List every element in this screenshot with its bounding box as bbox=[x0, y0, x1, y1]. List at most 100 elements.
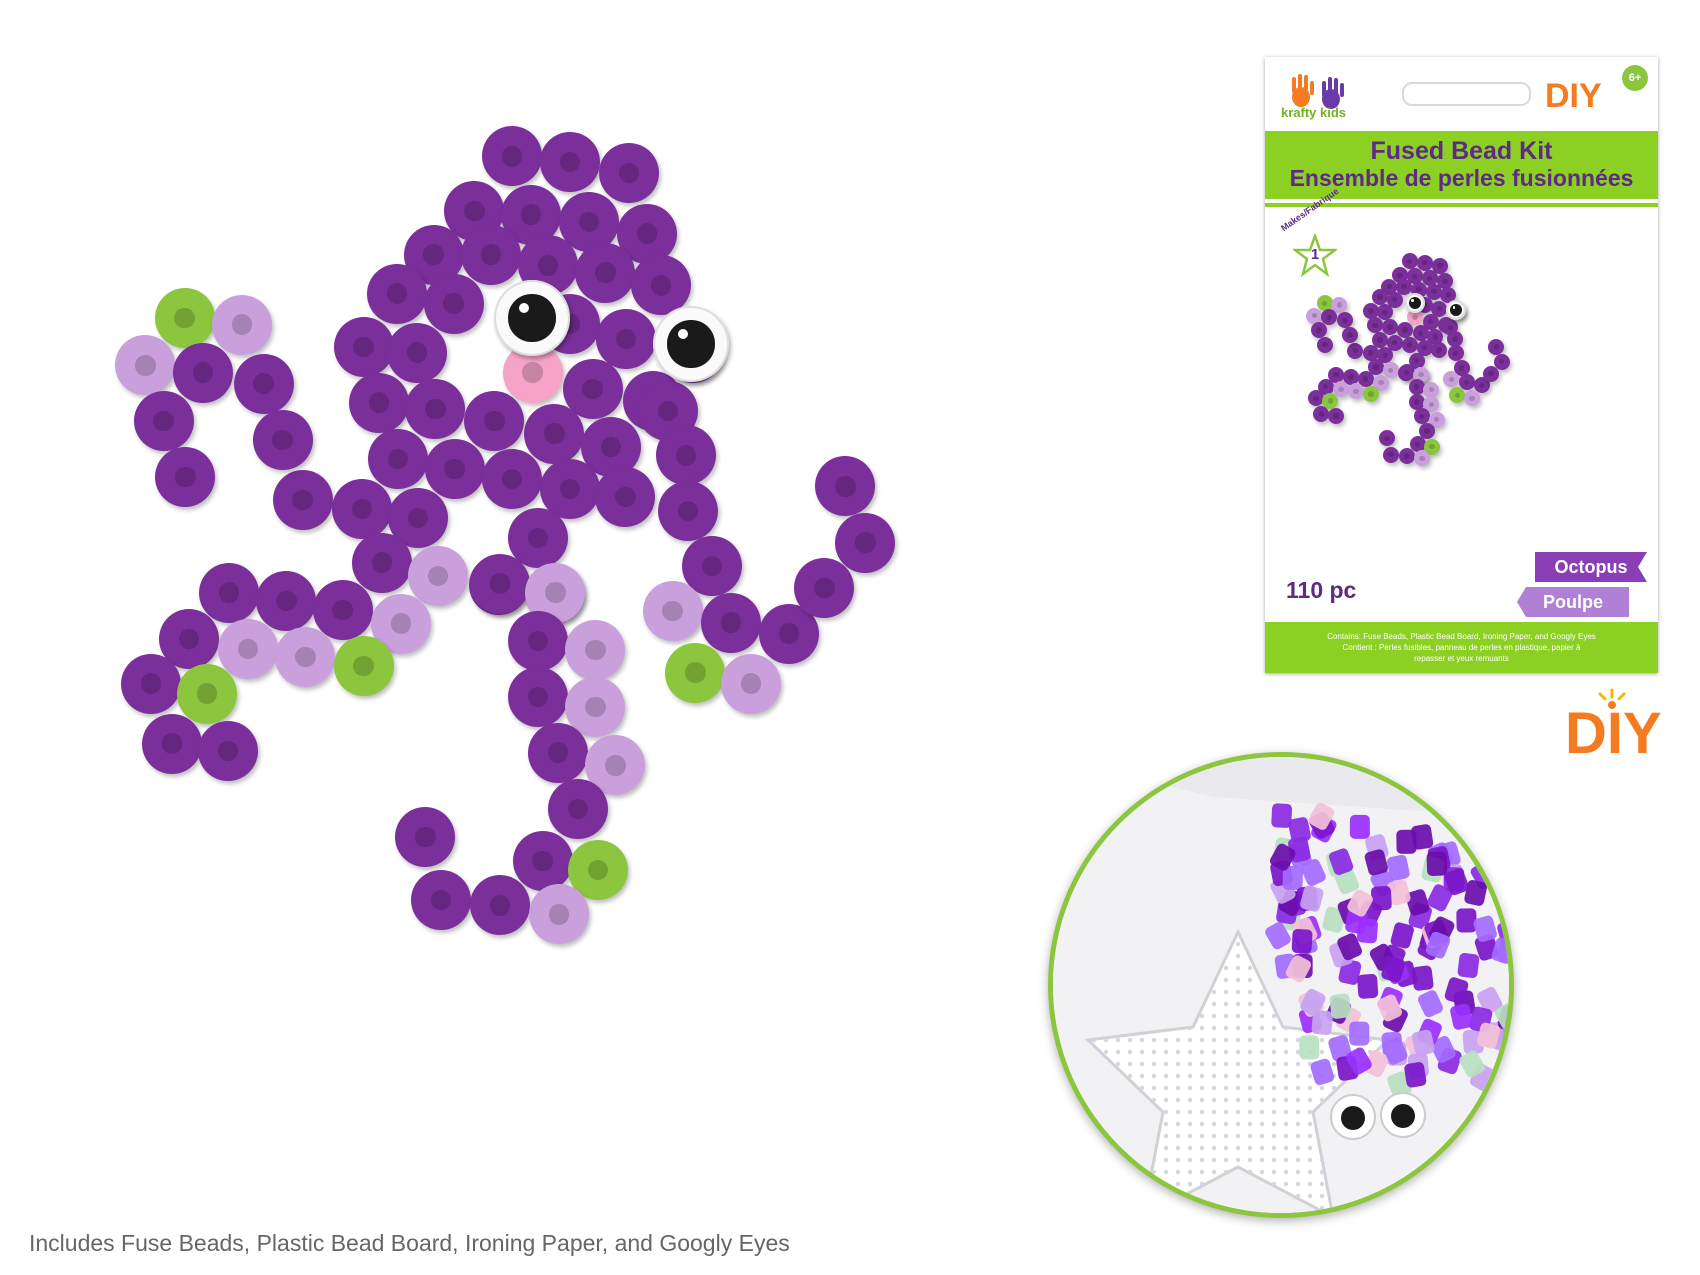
bead bbox=[333, 317, 394, 378]
bead bbox=[133, 390, 194, 451]
bead bbox=[548, 779, 609, 839]
bead bbox=[596, 309, 657, 370]
bead bbox=[331, 479, 392, 540]
bead bbox=[387, 322, 448, 383]
right-googly-eye bbox=[653, 306, 729, 382]
loose-bead bbox=[1496, 1076, 1509, 1104]
loose-bead bbox=[1411, 965, 1434, 991]
mini-bead bbox=[1401, 337, 1418, 354]
loose-bead bbox=[1426, 851, 1448, 876]
bead bbox=[155, 447, 216, 508]
bead bbox=[312, 579, 373, 640]
loose-bead bbox=[1508, 1056, 1509, 1082]
bead bbox=[351, 532, 412, 593]
mini-bead bbox=[1488, 339, 1505, 356]
mini-bead bbox=[1398, 364, 1415, 381]
loose-bead bbox=[1456, 908, 1477, 933]
contents-closeup bbox=[1048, 752, 1514, 1218]
bead bbox=[656, 425, 717, 486]
hang-hole bbox=[1402, 82, 1531, 106]
mini-bead bbox=[1413, 450, 1430, 467]
bead bbox=[408, 546, 469, 607]
bead bbox=[529, 884, 590, 945]
bead bbox=[368, 429, 429, 490]
pupil bbox=[1408, 297, 1422, 310]
closeup-image bbox=[1053, 757, 1509, 1213]
bead bbox=[395, 807, 456, 868]
mini-bead bbox=[1367, 317, 1384, 334]
loose-bead bbox=[1357, 974, 1379, 999]
bead bbox=[154, 288, 215, 349]
loose-bead bbox=[1457, 952, 1480, 979]
bead bbox=[233, 353, 294, 414]
mini-bead bbox=[1379, 430, 1396, 447]
bead bbox=[252, 409, 313, 470]
handprints-icon bbox=[1292, 74, 1344, 109]
bead bbox=[815, 456, 876, 517]
left-googly-eye bbox=[494, 280, 570, 356]
mini-bead bbox=[1311, 322, 1328, 339]
bead bbox=[642, 580, 703, 641]
mini-bead bbox=[1327, 407, 1344, 424]
bead bbox=[424, 439, 485, 500]
mini-bead bbox=[1383, 446, 1400, 463]
mini-bead bbox=[1449, 387, 1466, 404]
bead bbox=[198, 720, 259, 781]
bead bbox=[177, 663, 238, 724]
bead bbox=[272, 469, 333, 530]
package-title-fr: Ensemble de perles fusionnées bbox=[1289, 165, 1634, 191]
mini-bead bbox=[1431, 341, 1448, 358]
name-banner-en: Octopus bbox=[1535, 552, 1647, 582]
contents-fr-1: Contient : Perles fusibles, panneau de p… bbox=[1342, 643, 1581, 652]
mini-bead bbox=[1342, 326, 1359, 343]
bead bbox=[508, 610, 569, 671]
mini-bead bbox=[1337, 312, 1354, 329]
mini-bead bbox=[1313, 405, 1330, 422]
bead bbox=[599, 142, 660, 203]
age-badge: 6+ bbox=[1622, 65, 1648, 91]
mini-bead bbox=[1316, 336, 1333, 353]
mini-bead bbox=[1363, 385, 1380, 402]
mini-bead bbox=[1413, 408, 1430, 425]
bead bbox=[211, 294, 272, 355]
loose-bead bbox=[1349, 814, 1370, 839]
bead bbox=[275, 627, 336, 688]
pupil bbox=[667, 320, 715, 368]
loose-bead bbox=[1291, 928, 1313, 954]
bead bbox=[141, 713, 202, 774]
loose-bead bbox=[1396, 829, 1417, 854]
bead bbox=[658, 480, 719, 541]
bead bbox=[172, 342, 233, 403]
bead bbox=[423, 273, 484, 334]
bead bbox=[460, 224, 521, 285]
pupil bbox=[508, 294, 556, 342]
mini-bead bbox=[1348, 383, 1364, 400]
mini-right-eye bbox=[1446, 300, 1467, 321]
loose-bead bbox=[1404, 1062, 1427, 1088]
mini-bead bbox=[1347, 342, 1364, 359]
mini-bead bbox=[1482, 365, 1499, 382]
bead bbox=[528, 722, 589, 783]
bead bbox=[720, 653, 781, 714]
bead bbox=[595, 467, 656, 528]
bead bbox=[349, 372, 410, 433]
bead bbox=[469, 875, 530, 936]
mini-bead bbox=[1401, 253, 1418, 270]
bead bbox=[575, 242, 636, 303]
bead bbox=[120, 653, 181, 714]
bead bbox=[565, 619, 626, 680]
bead bbox=[481, 126, 542, 187]
bead bbox=[539, 131, 600, 192]
bead bbox=[405, 379, 466, 440]
bead bbox=[333, 636, 394, 697]
piece-count: 110 pc bbox=[1286, 577, 1357, 603]
bead bbox=[524, 403, 585, 464]
caption: Includes Fuse Beads, Plastic Bead Board,… bbox=[29, 1230, 790, 1256]
contents-fr-2: repasser et yeux remuants bbox=[1414, 654, 1509, 663]
bead bbox=[256, 570, 317, 631]
pupil bbox=[1450, 303, 1463, 317]
loose-bead bbox=[1299, 1035, 1320, 1060]
bead bbox=[367, 263, 428, 324]
bead bbox=[199, 562, 260, 623]
loose-bead bbox=[1371, 886, 1392, 911]
